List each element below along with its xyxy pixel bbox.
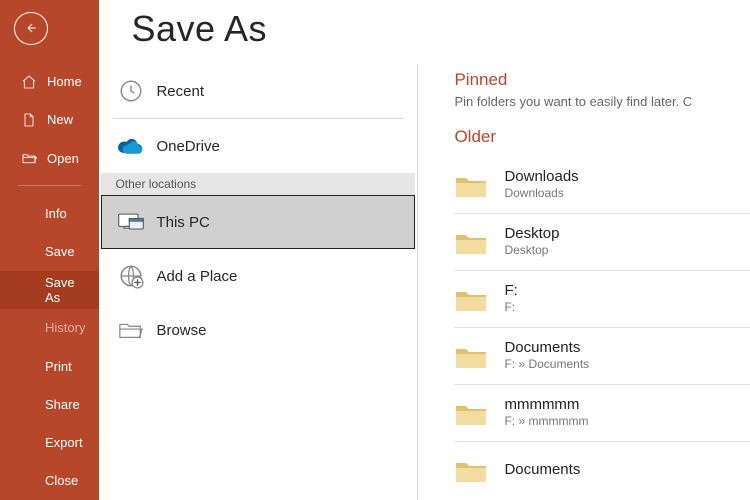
location-this-pc[interactable]: This PC [101,195,415,249]
folder-name: Documents [504,339,589,357]
folder-item[interactable]: Documents [454,442,750,498]
location-browse[interactable]: Browse [101,303,415,357]
location-label: Recent [156,83,204,100]
location-label: Add a Place [156,268,237,285]
folder-item[interactable]: mmmmmm F: » mmmmmm [454,385,750,441]
folders-panel: Pinned Pin folders you want to easily fi… [418,64,750,500]
location-add-place[interactable]: Add a Place [101,249,415,303]
sidebar-item-open[interactable]: Open [0,139,99,177]
browse-icon [116,316,146,344]
sidebar-item-label: Print [45,359,72,374]
sidebar-item-history[interactable]: History [0,309,99,347]
sidebar-item-save-as[interactable]: Save As [0,271,99,309]
folder-icon [454,342,488,370]
location-label: This PC [156,214,209,231]
sidebar-item-label: Info [45,206,67,221]
sidebar-item-save[interactable]: Save [0,232,99,270]
location-onedrive[interactable]: OneDrive [101,119,415,173]
backstage-view: Home New Open Info Save Save As History … [0,0,750,500]
pinned-section-subtitle: Pin folders you want to easily find late… [454,94,750,109]
main-panel: Save As Recent OneDrive Other loc [99,0,750,500]
sidebar-item-info[interactable]: Info [0,194,99,232]
folder-icon [454,285,488,313]
home-icon [21,74,37,90]
sidebar-item-label: History [45,320,85,335]
folder-text: Documents F: » Documents [504,339,589,373]
sidebar-item-close[interactable]: Close [0,462,99,500]
folder-text: mmmmmm F: » mmmmmm [504,396,588,430]
folder-path: Downloads [504,186,578,202]
folder-path: Desktop [504,243,559,259]
folder-text: Documents [504,461,580,479]
back-button[interactable] [14,12,48,45]
folder-name: Documents [504,461,580,479]
add-place-icon [116,262,146,290]
locations-panel: Recent OneDrive Other locations This PC [99,64,417,500]
sidebar-item-new[interactable]: New [0,101,99,139]
folder-path: F: [504,300,517,316]
location-label: OneDrive [156,138,219,155]
folder-item[interactable]: Desktop Desktop [454,214,750,270]
folder-icon [454,171,488,199]
folder-text: Desktop Desktop [504,225,559,259]
folder-name: F: [504,282,517,300]
page-title: Save As [99,0,750,64]
folder-name: Desktop [504,225,559,243]
folder-item[interactable]: Documents F: » Documents [454,328,750,384]
folder-path: F: » Documents [504,357,589,373]
locations-group-header: Other locations [101,173,415,195]
folder-icon [454,456,488,484]
sidebar-item-home[interactable]: Home [0,63,99,101]
onedrive-icon [116,132,146,160]
sidebar-item-label: Save [45,244,75,259]
folder-name: mmmmmm [504,396,588,414]
older-section-title: Older [454,127,750,147]
sidebar-item-label: Home [47,74,82,89]
folder-item[interactable]: Downloads Downloads [454,157,750,213]
folder-name: Downloads [504,168,578,186]
sidebar-item-print[interactable]: Print [0,347,99,385]
pinned-section-title: Pinned [454,70,750,90]
back-arrow-icon [24,21,38,35]
clock-icon [116,77,146,105]
sidebar-item-share[interactable]: Share [0,385,99,423]
folder-icon [454,399,488,427]
sidebar: Home New Open Info Save Save As History … [0,0,99,500]
sidebar-item-label: New [47,112,73,127]
folder-item[interactable]: F: F: [454,271,750,327]
content-area: Recent OneDrive Other locations This PC [99,64,750,500]
open-icon [21,150,37,166]
sidebar-divider [18,185,81,186]
folder-text: Downloads Downloads [504,168,578,202]
new-icon [21,112,37,128]
folder-icon [454,228,488,256]
sidebar-item-label: Share [45,397,80,412]
computer-icon [116,208,146,236]
location-label: Browse [156,322,206,339]
sidebar-item-export[interactable]: Export [0,424,99,462]
location-recent[interactable]: Recent [101,64,415,118]
sidebar-item-label: Export [45,435,83,450]
folder-text: F: F: [504,282,517,316]
folder-path: F: » mmmmmm [504,414,588,430]
sidebar-item-label: Close [45,473,78,488]
sidebar-item-label: Open [47,151,79,166]
sidebar-item-label: Save As [45,275,85,305]
